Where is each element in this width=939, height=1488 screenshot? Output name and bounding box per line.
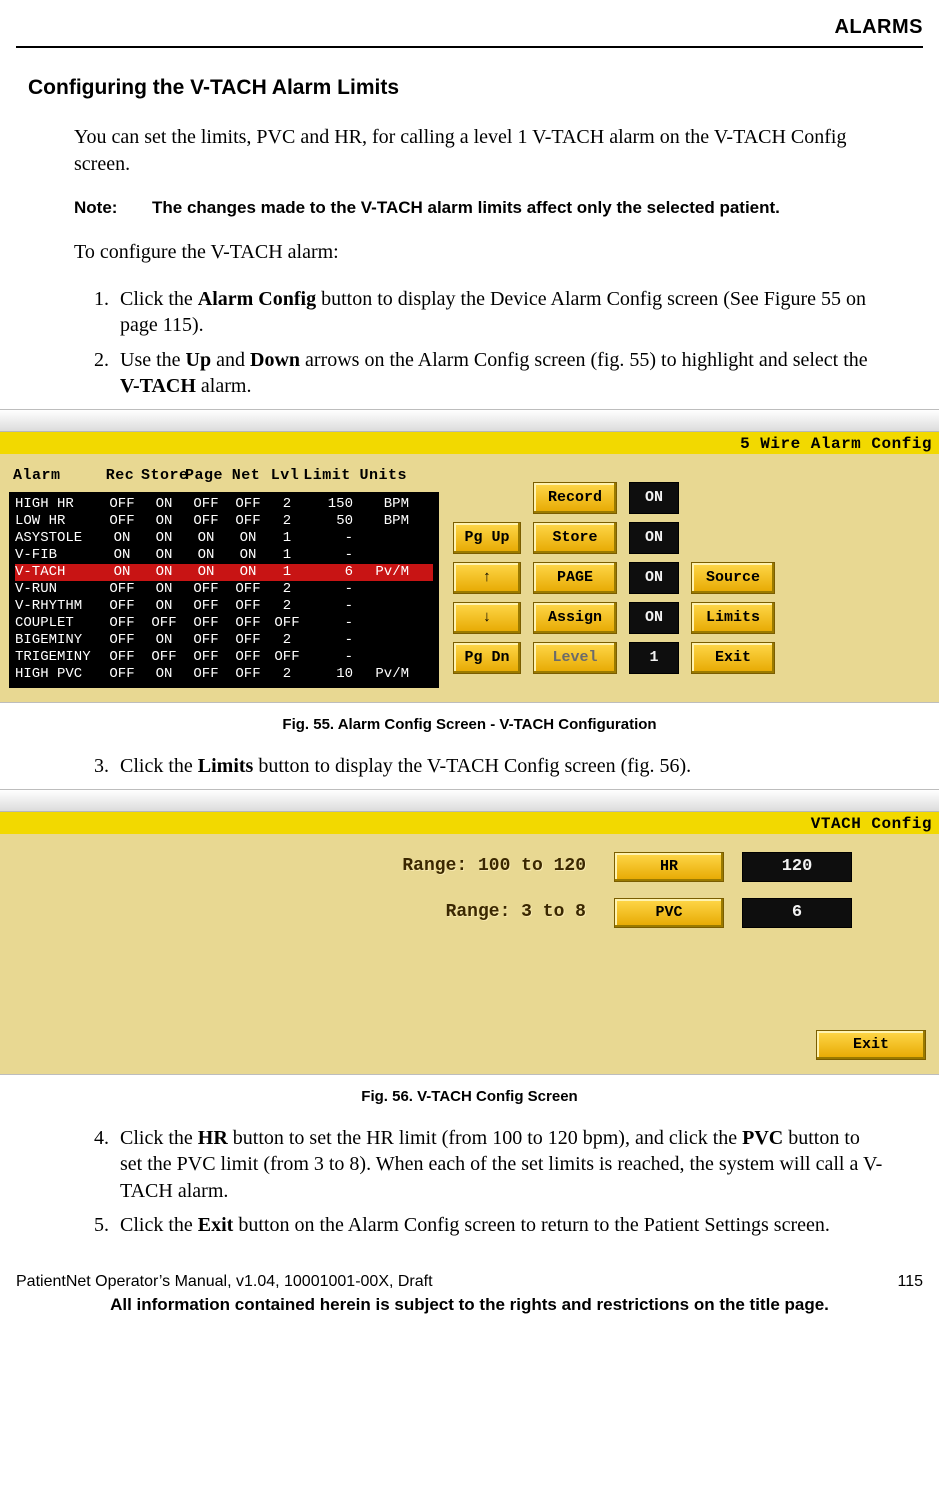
exit-button[interactable]: Exit	[691, 642, 775, 674]
col-lvl: Lvl	[267, 466, 303, 486]
step-text: and	[211, 349, 250, 371]
step-text: Click the	[120, 1214, 198, 1236]
table-row[interactable]: HIGH HROFFONOFFOFF2150BPM	[15, 496, 433, 513]
lead-paragraph: To configure the V-TACH alarm:	[74, 239, 883, 265]
col-page: Page	[183, 466, 225, 486]
step-4: Click the HR button to set the HR limit …	[114, 1125, 883, 1204]
page-value: ON	[629, 562, 679, 594]
note-block: Note: The changes made to the V-TACH ala…	[74, 197, 883, 219]
record-value: ON	[629, 482, 679, 514]
term-down: Down	[250, 349, 300, 371]
table-row[interactable]: COUPLETOFFOFFOFFOFFOFF-	[15, 615, 433, 632]
window-titlebar	[0, 410, 939, 432]
term-pvc: PVC	[742, 1127, 783, 1149]
footer-notice: All information contained herein is subj…	[16, 1294, 923, 1316]
range-label: Range: 100 to 120	[376, 855, 586, 879]
table-row[interactable]: ASYSTOLEONONONON1-	[15, 530, 433, 547]
step-3: Click the Limits button to display the V…	[114, 753, 883, 779]
level-value: 1	[629, 642, 679, 674]
range-label: Range: 3 to 8	[376, 901, 586, 925]
store-button[interactable]: Store	[533, 522, 617, 554]
table-row[interactable]: TRIGEMINYOFFOFFOFFOFFOFF-	[15, 649, 433, 666]
source-button[interactable]: Source	[691, 562, 775, 594]
record-button[interactable]: Record	[533, 482, 617, 514]
note-text: The changes made to the V-TACH alarm lim…	[152, 197, 780, 219]
alarm-table-header: Alarm Rec Store Page Net Lvl Limit Units	[13, 466, 439, 486]
pvc-button[interactable]: PVC	[614, 898, 724, 928]
step-1: Click the Alarm Config button to display…	[114, 286, 883, 339]
col-rec: Rec	[99, 466, 141, 486]
hr-button[interactable]: HR	[614, 852, 724, 882]
term-limits: Limits	[198, 755, 254, 777]
note-label: Note:	[74, 197, 130, 219]
step-text: Click the	[120, 1127, 198, 1149]
config-row: Range: 3 to 8 PVC 6	[13, 898, 926, 928]
step-text: button to set the HR limit (from 100 to …	[228, 1127, 742, 1149]
step-2: Use the Up and Down arrows on the Alarm …	[114, 347, 883, 400]
table-row[interactable]: BIGEMINYOFFONOFFOFF2-	[15, 632, 433, 649]
steps-list-c: Click the HR button to set the HR limit …	[74, 1125, 883, 1239]
intro-paragraph: You can set the limits, PVC and HR, for …	[74, 124, 883, 177]
steps-list-a: Click the Alarm Config button to display…	[74, 286, 883, 400]
page-footer: PatientNet Operator’s Manual, v1.04, 100…	[16, 1271, 923, 1317]
fig56-caption: Fig. 56. V-TACH Config Screen	[16, 1087, 923, 1107]
fig55-caption: Fig. 55. Alarm Config Screen - V-TACH Co…	[16, 715, 923, 735]
step-text: Use the	[120, 349, 186, 371]
window-titlebar	[0, 790, 939, 812]
step-text: Click the	[120, 755, 198, 777]
store-value: ON	[629, 522, 679, 554]
running-head: ALARMS	[16, 14, 923, 40]
table-row[interactable]: HIGH PVCOFFONOFFOFF210Pv/M	[15, 666, 433, 683]
col-units: Units	[357, 466, 407, 486]
assign-value: ON	[629, 602, 679, 634]
fig56-banner: VTACH Config	[0, 812, 939, 834]
fig56-panel: VTACH Config Range: 100 to 120HR120Range…	[0, 789, 939, 1075]
pvc-value: 6	[742, 898, 852, 928]
up-button[interactable]: ↑	[453, 562, 521, 594]
section-title: Configuring the V-TACH Alarm Limits	[28, 74, 923, 102]
assign-button[interactable]: Assign	[533, 602, 617, 634]
col-limit: Limit	[303, 466, 357, 486]
col-store: Store	[141, 466, 183, 486]
pgdn-button[interactable]: Pg Dn	[453, 642, 521, 674]
table-row[interactable]: V-TACHONONONON16Pv/M	[15, 564, 433, 581]
header-rule	[16, 46, 923, 48]
hr-value: 120	[742, 852, 852, 882]
fig55-panel: 5 Wire Alarm Config Alarm Rec Store Page…	[0, 409, 939, 703]
limits-button[interactable]: Limits	[691, 602, 775, 634]
step-5: Click the Exit button on the Alarm Confi…	[114, 1212, 883, 1238]
term-exit: Exit	[198, 1214, 234, 1236]
term-alarm-config: Alarm Config	[198, 288, 316, 310]
step-text: button to display the V-TACH Config scre…	[253, 755, 691, 777]
fig55-banner: 5 Wire Alarm Config	[0, 432, 939, 454]
table-row[interactable]: V-RUNOFFONOFFOFF2-	[15, 581, 433, 598]
page-button[interactable]: PAGE	[533, 562, 617, 594]
alarm-table[interactable]: HIGH HROFFONOFFOFF2150BPMLOW HROFFONOFFO…	[9, 492, 439, 688]
step-text: arrows on the Alarm Config screen (fig. …	[300, 349, 868, 371]
level-button[interactable]: Level	[533, 642, 617, 674]
term-up: Up	[186, 349, 212, 371]
footer-page-number: 115	[897, 1271, 923, 1292]
down-button[interactable]: ↓	[453, 602, 521, 634]
term-vtach: V-TACH	[120, 375, 196, 397]
col-alarm: Alarm	[13, 466, 99, 486]
control-grid: Record ON Pg Up Store ON ↑ PAGE ON Sourc…	[453, 482, 930, 688]
exit-button[interactable]: Exit	[816, 1030, 926, 1060]
step-text: Click the	[120, 288, 198, 310]
steps-list-b: Click the Limits button to display the V…	[74, 753, 883, 779]
footer-left: PatientNet Operator’s Manual, v1.04, 100…	[16, 1271, 433, 1292]
config-row: Range: 100 to 120 HR 120	[13, 852, 926, 882]
step-text: alarm.	[196, 375, 252, 397]
step-text: button on the Alarm Config screen to ret…	[233, 1214, 830, 1236]
table-row[interactable]: LOW HROFFONOFFOFF250BPM	[15, 513, 433, 530]
table-row[interactable]: V-RHYTHMOFFONOFFOFF2-	[15, 598, 433, 615]
table-row[interactable]: V-FIBONONONON1-	[15, 547, 433, 564]
col-net: Net	[225, 466, 267, 486]
term-hr: HR	[198, 1127, 228, 1149]
pgup-button[interactable]: Pg Up	[453, 522, 521, 554]
